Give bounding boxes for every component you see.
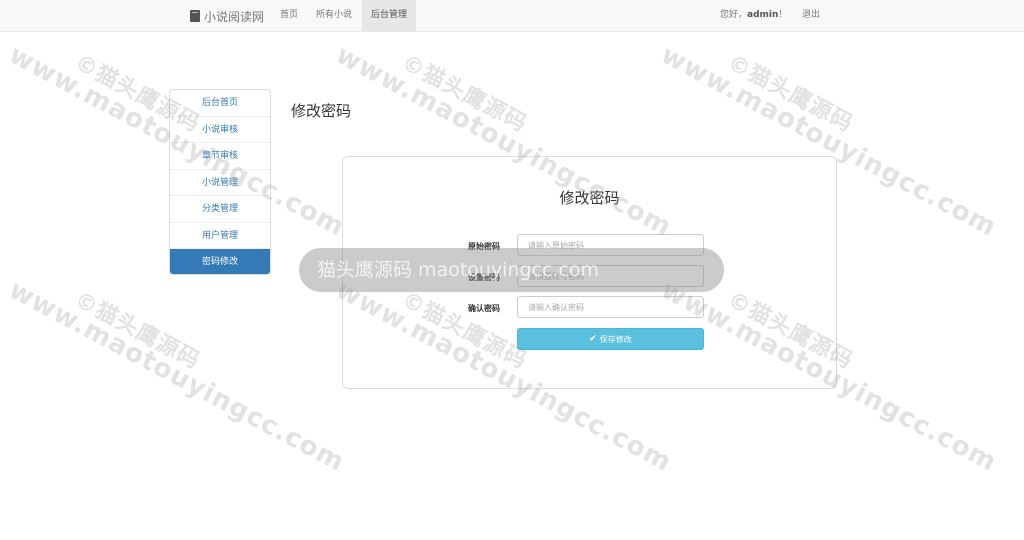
sidebar-item-chapter-review[interactable]: 章节审核: [170, 143, 270, 170]
sidebar-item-password[interactable]: 密码修改: [170, 249, 270, 274]
sidebar-item-novel-review[interactable]: 小说审核: [170, 117, 270, 143]
top-navbar: 小说阅读网 首页 所有小说 后台管理 您好，admin！ 退出: [0, 0, 1024, 32]
watermark-cn: ©猫头鹰源码: [397, 50, 532, 138]
brand-link[interactable]: 小说阅读网: [190, 8, 264, 24]
sidebar-item-user-manage[interactable]: 用户管理: [170, 223, 270, 249]
new-password-input[interactable]: [517, 265, 704, 287]
admin-sidebar: 后台首页 小说审核 章节审核 小说管理 分类管理 用户管理 密码修改: [169, 89, 271, 275]
sidebar-item-dashboard[interactable]: 后台首页: [170, 90, 270, 117]
nav-admin[interactable]: 后台管理: [362, 0, 416, 31]
save-button-label: 保存修改: [599, 334, 632, 344]
old-password-label: 原始密码: [468, 242, 500, 251]
greeting-prefix: 您好，: [720, 10, 748, 20]
nav-all-novels[interactable]: 所有小说: [310, 0, 358, 31]
confirm-password-label: 确认密码: [468, 304, 500, 313]
brand-label: 小说阅读网: [204, 9, 265, 24]
password-form-panel: 修改密码 原始密码 设置密码 确认密码 ✔ 保存修改: [342, 156, 837, 389]
greeting-suffix: ！: [778, 10, 788, 20]
nav-home[interactable]: 首页: [272, 0, 306, 31]
sidebar-item-category-manage[interactable]: 分类管理: [170, 196, 270, 223]
form-title: 修改密码: [559, 189, 620, 207]
watermark-cn: ©猫头鹰源码: [70, 287, 205, 375]
page-title: 修改密码: [291, 102, 352, 120]
watermark-cn: ©猫头鹰源码: [723, 50, 858, 138]
sidebar-item-novel-manage[interactable]: 小说管理: [170, 170, 270, 196]
confirm-password-input[interactable]: [517, 296, 704, 318]
save-button[interactable]: ✔ 保存修改: [517, 328, 704, 350]
book-icon: [190, 10, 200, 22]
check-icon: ✔: [589, 334, 597, 344]
watermark-text: www.maotouyingcc.com: [3, 275, 350, 478]
username: admin: [747, 10, 779, 20]
logout-link[interactable]: 退出: [802, 0, 820, 31]
old-password-input[interactable]: [517, 234, 704, 256]
new-password-label: 设置密码: [468, 273, 500, 282]
user-greeting: 您好，admin！: [720, 0, 787, 31]
